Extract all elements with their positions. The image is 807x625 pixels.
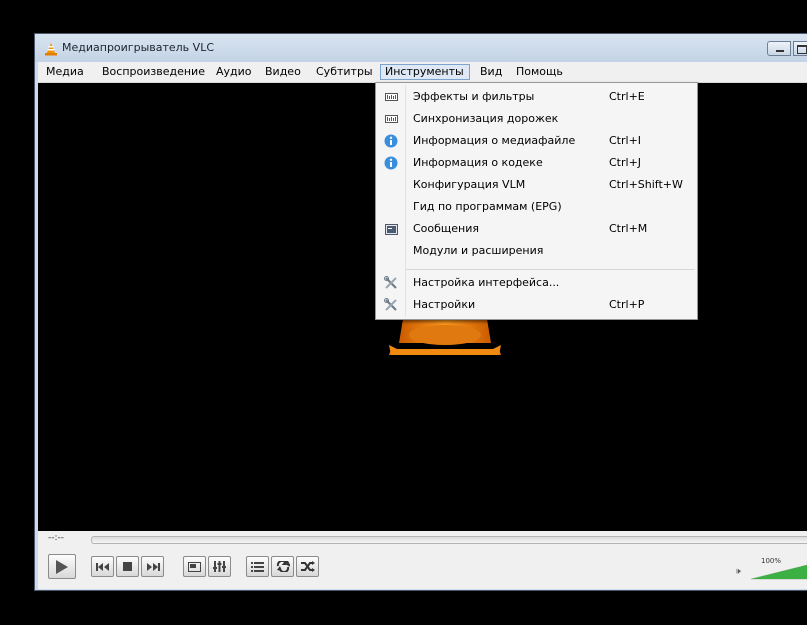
menu-video[interactable]: Видео xyxy=(261,64,305,80)
previous-button[interactable] xyxy=(91,556,114,577)
menu-media[interactable]: Медиа xyxy=(42,64,88,80)
menu-item-label: Информация о медиафайле xyxy=(413,134,576,147)
terminal-icon xyxy=(384,222,398,236)
equalizer-icon xyxy=(213,561,226,572)
menu-item-label: Синхронизация дорожек xyxy=(413,112,559,125)
menu-item-codec-info[interactable]: Информация о кодеке Ctrl+J xyxy=(376,152,697,174)
elapsed-time: --:-- xyxy=(48,533,65,543)
equalizer-icon xyxy=(384,90,398,104)
menu-audio[interactable]: Аудио xyxy=(212,64,256,80)
extended-settings-button[interactable] xyxy=(208,556,231,577)
play-button[interactable] xyxy=(48,554,76,579)
playlist-button[interactable] xyxy=(246,556,269,577)
menu-item-label: Гид по программам (EPG) xyxy=(413,200,562,213)
menu-item-epg[interactable]: Гид по программам (EPG) xyxy=(376,196,697,218)
menu-item-label: Сообщения xyxy=(413,222,480,235)
menu-playback[interactable]: Воспроизведение xyxy=(98,64,209,80)
stop-icon xyxy=(123,562,132,571)
menu-item-label: Настройка интерфейса... xyxy=(413,276,560,289)
menu-item-track-sync[interactable]: Синхронизация дорожек xyxy=(376,108,697,130)
shuffle-icon xyxy=(300,561,315,572)
play-icon xyxy=(56,559,68,574)
control-panel: --:-- 🕩 100% xyxy=(38,531,807,589)
title-bar[interactable]: Медиапроигрыватель VLC xyxy=(35,34,807,62)
menu-item-vlm-config[interactable]: Конфигурация VLM Ctrl+Shift+W xyxy=(376,174,697,196)
menu-item-preferences[interactable]: Настройки Ctrl+P xyxy=(376,294,697,316)
loop-icon xyxy=(276,561,290,572)
playlist-icon xyxy=(251,561,264,572)
menu-item-label: Эффекты и фильтры xyxy=(413,90,535,103)
menu-item-label: Модули и расширения xyxy=(413,244,544,257)
volume-slider[interactable] xyxy=(751,564,807,580)
menu-separator xyxy=(406,269,695,270)
next-button[interactable] xyxy=(141,556,164,577)
info-icon xyxy=(384,134,398,148)
menu-item-label: Информация о кодеке xyxy=(413,156,543,169)
maximize-button[interactable] xyxy=(793,41,807,56)
info-icon xyxy=(384,156,398,170)
previous-icon xyxy=(95,562,109,571)
menu-subtitles[interactable]: Субтитры xyxy=(312,64,377,80)
menu-item-label: Конфигурация VLM xyxy=(413,178,526,191)
menu-help[interactable]: Помощь xyxy=(512,64,567,80)
tools-icon xyxy=(384,298,398,312)
menu-item-customize-interface[interactable]: Настройка интерфейса... xyxy=(376,272,697,294)
menu-view[interactable]: Вид xyxy=(476,64,506,80)
menu-item-shortcut: Ctrl+E xyxy=(609,90,645,103)
menu-item-plugins-extensions[interactable]: Модули и расширения xyxy=(376,240,697,262)
minimize-button[interactable] xyxy=(767,41,791,56)
menu-item-media-info[interactable]: Информация о медиафайле Ctrl+I xyxy=(376,130,697,152)
shuffle-button[interactable] xyxy=(296,556,319,577)
tools-dropdown-menu: Эффекты и фильтры Ctrl+E Синхронизация д… xyxy=(375,82,698,320)
tools-icon xyxy=(384,276,398,290)
menu-item-messages[interactable]: Сообщения Ctrl+M xyxy=(376,218,697,240)
fullscreen-button[interactable] xyxy=(183,556,206,577)
menu-item-shortcut: Ctrl+M xyxy=(609,222,648,235)
menu-item-shortcut: Ctrl+J xyxy=(609,156,642,169)
window-title: Медиапроигрыватель VLC xyxy=(62,41,214,54)
menu-item-effects-filters[interactable]: Эффекты и фильтры Ctrl+E xyxy=(376,86,697,108)
stop-button[interactable] xyxy=(116,556,139,577)
vlc-cone-icon xyxy=(45,43,57,56)
fullscreen-icon xyxy=(188,561,201,572)
menu-item-label: Настройки xyxy=(413,298,476,311)
next-icon xyxy=(146,562,160,571)
menu-item-shortcut: Ctrl+I xyxy=(609,134,642,147)
menu-item-shortcut: Ctrl+P xyxy=(609,298,645,311)
seek-bar[interactable] xyxy=(91,536,807,544)
loop-button[interactable] xyxy=(271,556,294,577)
menu-tools[interactable]: Инструменты xyxy=(380,64,470,80)
equalizer-icon xyxy=(384,112,398,126)
menu-item-shortcut: Ctrl+Shift+W xyxy=(609,178,683,191)
menu-bar: Медиа Воспроизведение Аудио Видео Субтит… xyxy=(38,62,807,83)
speaker-icon[interactable]: 🕩 xyxy=(735,567,741,577)
